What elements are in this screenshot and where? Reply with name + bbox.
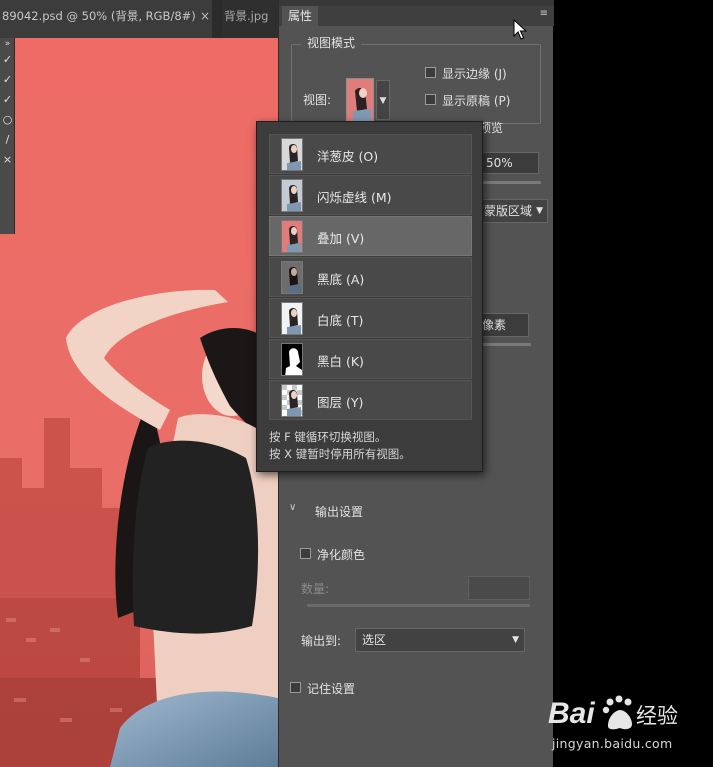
radius-slider[interactable] (479, 343, 531, 346)
watermark-url: jingyan.baidu.com (552, 736, 673, 751)
amount-label: 数量: (301, 582, 330, 596)
remember-settings-label: 记住设置 (307, 682, 356, 696)
on-black-thumbnail (281, 261, 303, 294)
decontaminate-colors-label: 净化颜色 (317, 548, 366, 562)
view-dropdown-chevron-icon[interactable]: ▼ (376, 80, 390, 120)
document-canvas-area: 89042.psd @ 50% (背景, RGB/8#) * × 背景.jpg (0, 0, 278, 767)
view-option-label: 黑底 (A) (317, 272, 365, 287)
onion-skin-thumbnail (281, 138, 303, 171)
lasso-tool-icon[interactable]: ○ (0, 110, 15, 130)
view-option-black-white[interactable]: 黑白 (K) (269, 339, 472, 379)
svg-text:Bai: Bai (548, 697, 595, 730)
cycle-views-hint: 按 F 键循环切换视图。 (269, 430, 387, 444)
panel-menu-icon[interactable]: ≡ (540, 8, 548, 19)
view-option-label: 叠加 (V) (317, 231, 365, 246)
document-tab-label: 89042.psd @ 50% (背景, RGB/8#) * (2, 9, 206, 23)
pixel-field[interactable]: 像素 (479, 313, 529, 337)
amount-slider (307, 604, 530, 607)
output-to-select[interactable]: 选区 ▼ (355, 628, 525, 652)
view-thumbnail[interactable] (346, 78, 374, 122)
chevron-down-icon: ▼ (536, 206, 543, 216)
view-option-on-white[interactable]: 白底 (T) (269, 298, 472, 338)
view-mode-title: 视图模式 (301, 34, 362, 51)
view-option-label: 图层 (Y) (317, 395, 364, 410)
brush-tool-icon[interactable]: ✓ (0, 70, 15, 90)
decontaminate-colors-checkbox[interactable] (300, 548, 311, 559)
tab-properties[interactable]: 属性 (282, 6, 319, 26)
on-white-thumbnail (281, 302, 303, 335)
view-option-onion-skin[interactable]: 洋葱皮 (O) (269, 134, 472, 174)
show-edge-label: 显示边缘 (J) (442, 67, 507, 81)
amount-field (468, 576, 530, 600)
zoom-tool-icon[interactable]: × (0, 150, 15, 170)
view-thumbnail-image (347, 79, 373, 121)
show-original-checkbox[interactable] (425, 94, 436, 105)
disable-views-hint: 按 X 键暂时停用所有视图。 (269, 447, 411, 461)
view-option-label: 闪烁虚线 (M) (317, 190, 392, 205)
show-edge-checkbox[interactable] (425, 67, 436, 78)
view-option-label: 白底 (T) (317, 313, 364, 328)
black-white-thumbnail (281, 343, 303, 376)
document-tab-label: 背景.jpg (224, 9, 269, 23)
document-tab-background[interactable]: 背景.jpg (222, 0, 278, 38)
output-to-value: 选区 (362, 633, 387, 647)
photo-canvas[interactable] (0, 38, 278, 767)
toolbar-grip-icon[interactable]: » (0, 38, 15, 50)
layer-thumbnail (281, 384, 303, 417)
close-tab-icon[interactable]: × (198, 0, 212, 38)
overlay-region-select[interactable]: 蒙版区域 ▼ (479, 199, 548, 223)
svg-text:经验: 经验 (636, 704, 678, 728)
document-tab-bar: 89042.psd @ 50% (背景, RGB/8#) * × 背景.jpg (0, 0, 278, 38)
view-option-on-black[interactable]: 黑底 (A) (269, 257, 472, 297)
view-option-label: 洋葱皮 (O) (317, 149, 379, 164)
view-option-marching-ants[interactable]: 闪烁虚线 (M) (269, 175, 472, 215)
opacity-slider[interactable] (479, 181, 541, 184)
paw-icon (602, 695, 632, 730)
view-label: 视图: (303, 93, 332, 107)
opacity-field[interactable]: 50% (479, 152, 539, 174)
object-selection-tool-icon[interactable]: ✓ (0, 90, 15, 110)
view-mode-popup-menu: 洋葱皮 (O) 闪烁虚线 (M) 叠加 (V) 黑底 (A) 白底 (T) 黑白… (256, 121, 483, 472)
remember-settings-checkbox[interactable] (290, 682, 301, 693)
overlay-region-value: 蒙版区域 (484, 204, 533, 218)
document-tab-active[interactable]: 89042.psd @ 50% (背景, RGB/8#) * (0, 0, 205, 38)
chevron-down-icon[interactable]: ∨ (289, 502, 296, 513)
view-option-layer[interactable]: 图层 (Y) (269, 380, 472, 420)
mouse-cursor-icon (513, 19, 527, 40)
tools-toolbar: » ✓ ✓ ✓ ○ / × (0, 38, 15, 234)
baidu-jingyan-logo: Bai 经验 (548, 695, 678, 730)
view-mode-group (291, 44, 541, 124)
view-option-label: 黑白 (K) (317, 354, 364, 369)
marching-ants-thumbnail (281, 179, 303, 212)
hand-tool-icon[interactable]: / (0, 130, 15, 150)
view-option-overlay[interactable]: 叠加 (V) (269, 216, 472, 256)
refine-radius-tool-icon[interactable]: ✓ (0, 50, 15, 70)
output-to-label: 输出到: (301, 634, 342, 648)
overlay-thumbnail (281, 220, 303, 253)
output-settings-header[interactable]: 输出设置 (315, 503, 363, 520)
chevron-down-icon: ▼ (512, 635, 519, 645)
show-original-label: 显示原稿 (P) (442, 94, 511, 108)
